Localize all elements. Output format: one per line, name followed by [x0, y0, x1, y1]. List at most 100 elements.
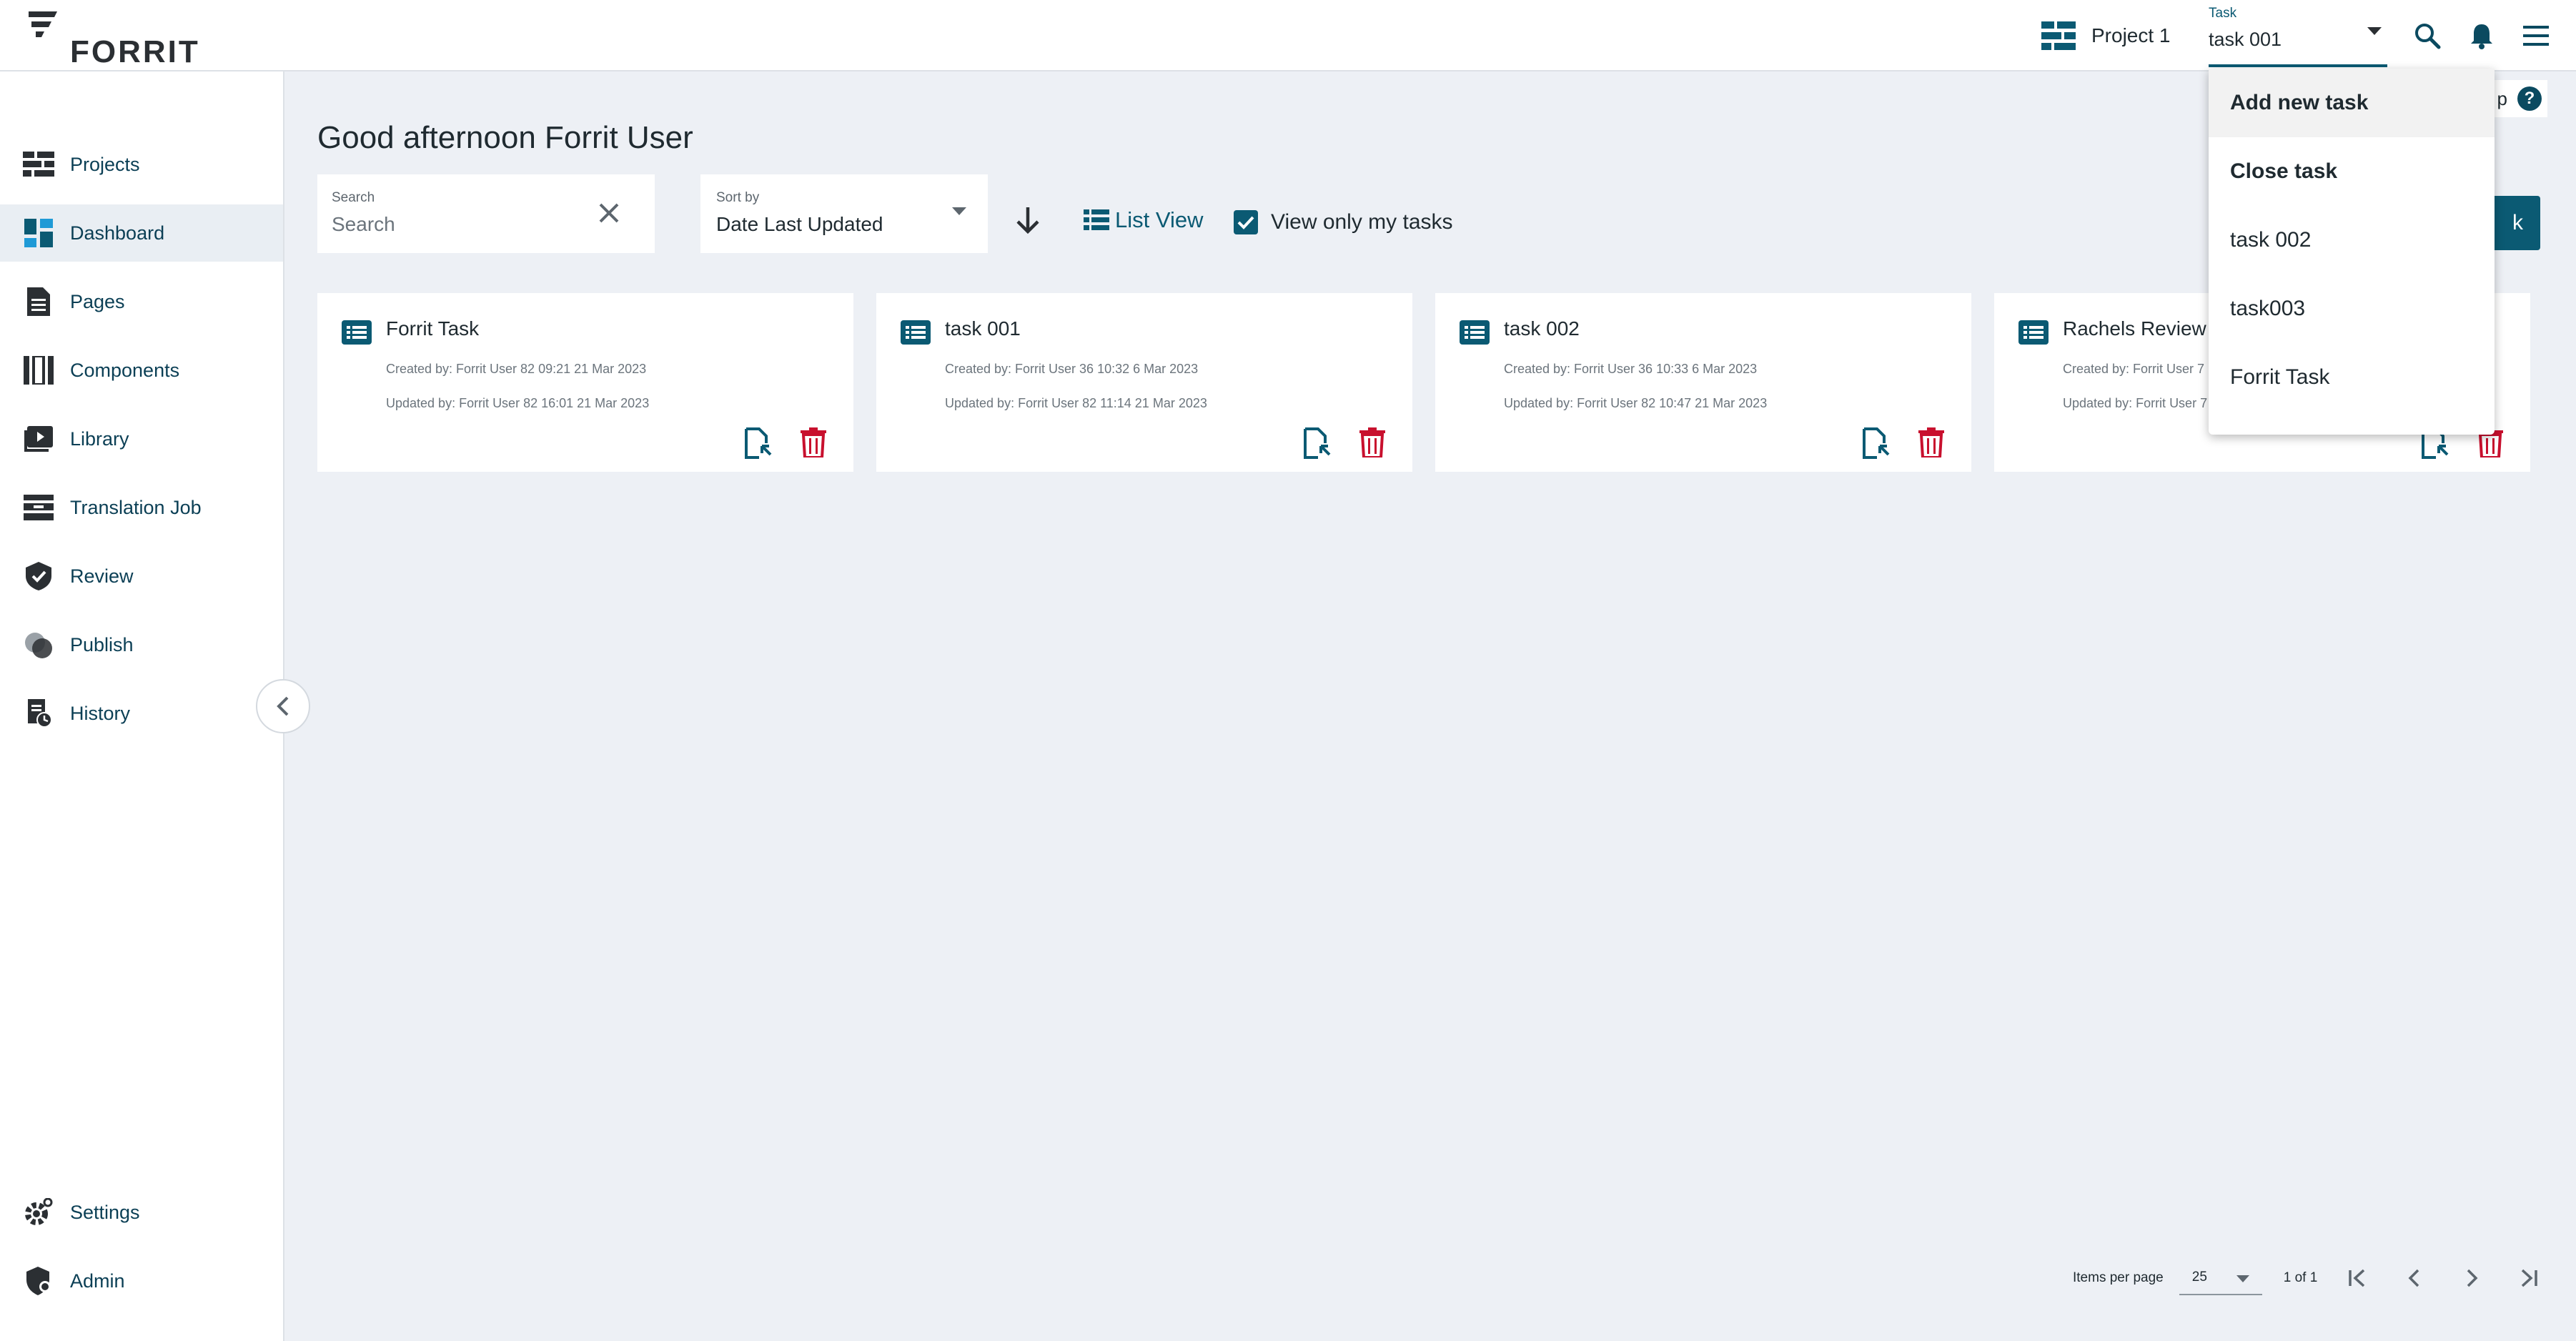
menu-item-task[interactable]: Forrit Task: [2209, 343, 2495, 412]
close-icon[interactable]: [596, 200, 622, 229]
next-page-icon[interactable]: [2454, 1261, 2489, 1295]
forrit-logo[interactable]: FORRIT: [26, 9, 198, 69]
admin-icon: [23, 1265, 54, 1297]
sort-by-select[interactable]: Sort by Date Last Updated: [700, 174, 988, 253]
chevron-down-icon: [2236, 1275, 2249, 1282]
task-list-icon: [342, 320, 372, 348]
task-dropdown-menu: Add new task Close task task 002 task003…: [2209, 69, 2495, 435]
sort-direction-button[interactable]: [1014, 204, 1042, 239]
pages-icon: [23, 286, 54, 317]
components-icon: [23, 355, 54, 386]
logo-mark-icon: [29, 11, 57, 37]
sidebar-item-projects[interactable]: Projects: [0, 136, 283, 193]
my-tasks-label: View only my tasks: [1271, 210, 1453, 234]
publish-icon: [23, 629, 54, 660]
menu-item-add-new-task[interactable]: Add new task: [2209, 69, 2495, 137]
task-list-icon: [2018, 320, 2049, 348]
sidebar-item-label: Dashboard: [70, 222, 165, 244]
task-select-label: Task: [2209, 6, 2237, 21]
sidebar-item-admin[interactable]: Admin: [0, 1252, 283, 1310]
search-placeholder: Search: [332, 213, 395, 235]
chevron-left-icon: [277, 696, 289, 716]
task-card-updated: Updated by: Forrit User 82 16:01 21 Mar …: [386, 396, 650, 410]
sidebar-item-components[interactable]: Components: [0, 342, 283, 399]
history-icon: [23, 698, 54, 729]
sidebar-item-label: Library: [70, 427, 129, 450]
task-card-created: Created by: Forrit User 7: [2063, 362, 2205, 376]
trash-icon[interactable]: [801, 427, 826, 461]
help-label: p: [2497, 87, 2507, 109]
sidebar-item-label: Settings: [70, 1201, 140, 1223]
logo-text: FORRIT: [70, 34, 200, 69]
sidebar-item-translation-job[interactable]: Translation Job: [0, 479, 283, 536]
task-select[interactable]: Task task 001: [2209, 3, 2387, 67]
projects-icon: [23, 149, 54, 180]
project-label: Project 1: [2091, 24, 2171, 46]
sidebar-item-label: Pages: [70, 290, 125, 312]
items-per-page-label: Items per page: [2073, 1270, 2164, 1285]
task-card[interactable]: task 001 Created by: Forrit User 36 10:3…: [876, 293, 1412, 472]
task-card[interactable]: Forrit Task Created by: Forrit User 82 0…: [317, 293, 853, 472]
settings-icon: [23, 1197, 54, 1228]
help-icon: ?: [2517, 86, 2542, 111]
sidebar-item-label: Publish: [70, 633, 134, 655]
task-card-created: Created by: Forrit User 36 10:32 6 Mar 2…: [945, 362, 1199, 376]
search-label: Search: [332, 190, 375, 205]
list-view-label: List View: [1115, 207, 1204, 232]
open-file-icon[interactable]: [1302, 427, 1332, 462]
task-card-title: Rachels Review: [2063, 317, 2206, 340]
sidebar-item-label: Translation Job: [70, 496, 202, 518]
sidebar-item-label: Projects: [70, 153, 140, 175]
task-card-updated: Updated by: Forrit User 82 11:14 21 Mar …: [945, 396, 1207, 410]
list-view-toggle[interactable]: List View: [1084, 207, 1204, 233]
task-card-created: Created by: Forrit User 36 10:33 6 Mar 2…: [1504, 362, 1758, 376]
menu-item-close-task[interactable]: Close task: [2209, 137, 2495, 206]
search-input[interactable]: Search Search: [317, 174, 655, 253]
sidebar-item-settings[interactable]: Settings: [0, 1184, 283, 1241]
previous-page-icon[interactable]: [2397, 1261, 2432, 1295]
checkbox-checked-icon: [1234, 210, 1258, 234]
sidebar-item-pages[interactable]: Pages: [0, 273, 283, 330]
sidebar-item-label: Review: [70, 565, 134, 587]
menu-item-task[interactable]: task 002: [2209, 206, 2495, 274]
sidebar-item-dashboard[interactable]: Dashboard: [0, 204, 283, 262]
hamburger-menu-icon[interactable]: [2519, 19, 2553, 53]
sidebar-item-review[interactable]: Review: [0, 548, 283, 605]
arrow-down-icon: [1016, 207, 1039, 234]
last-page-icon[interactable]: [2512, 1261, 2546, 1295]
project-selector[interactable]: Project 1: [2041, 20, 2171, 51]
library-icon: [23, 423, 54, 455]
trash-icon[interactable]: [1359, 427, 1385, 461]
sort-by-label: Sort by: [716, 190, 760, 205]
add-task-label: k: [2512, 211, 2523, 234]
dashboard-icon: [23, 217, 54, 249]
sidebar-item-label: Components: [70, 359, 180, 381]
pagination: Items per page 25 1 of 1: [2073, 1261, 2546, 1295]
translation-job-icon: [23, 492, 54, 523]
task-card[interactable]: task 002 Created by: Forrit User 36 10:3…: [1435, 293, 1971, 472]
sidebar-item-history[interactable]: History: [0, 685, 283, 742]
bell-icon[interactable]: [2464, 19, 2499, 53]
task-card-title: task 002: [1504, 317, 1580, 340]
open-file-icon[interactable]: [743, 427, 773, 462]
collapse-sidebar-button[interactable]: [256, 679, 310, 733]
trash-icon[interactable]: [1918, 427, 1944, 461]
task-card-title: task 001: [945, 317, 1021, 340]
view-only-my-tasks-checkbox[interactable]: View only my tasks: [1234, 210, 1453, 234]
page-title: Good afternoon Forrit User: [317, 120, 693, 155]
task-card-title: Forrit Task: [386, 317, 480, 340]
task-card-updated: Updated by: Forrit User 82 10:47 21 Mar …: [1504, 396, 1768, 410]
items-per-page-value: 25: [2191, 1270, 2207, 1285]
sort-by-value: Date Last Updated: [716, 213, 883, 235]
first-page-icon[interactable]: [2340, 1261, 2374, 1295]
search-icon[interactable]: [2410, 19, 2444, 53]
sidebar-item-library[interactable]: Library: [0, 410, 283, 467]
task-select-value: task 001: [2209, 29, 2282, 50]
sidebar-item-label: Admin: [70, 1270, 125, 1292]
menu-item-task[interactable]: task003: [2209, 274, 2495, 343]
open-file-icon[interactable]: [1861, 427, 1891, 462]
task-card-created: Created by: Forrit User 82 09:21 21 Mar …: [386, 362, 647, 376]
items-per-page-select[interactable]: 25: [2179, 1261, 2262, 1295]
sidebar-item-publish[interactable]: Publish: [0, 616, 283, 673]
list-view-icon: [1084, 209, 1109, 230]
